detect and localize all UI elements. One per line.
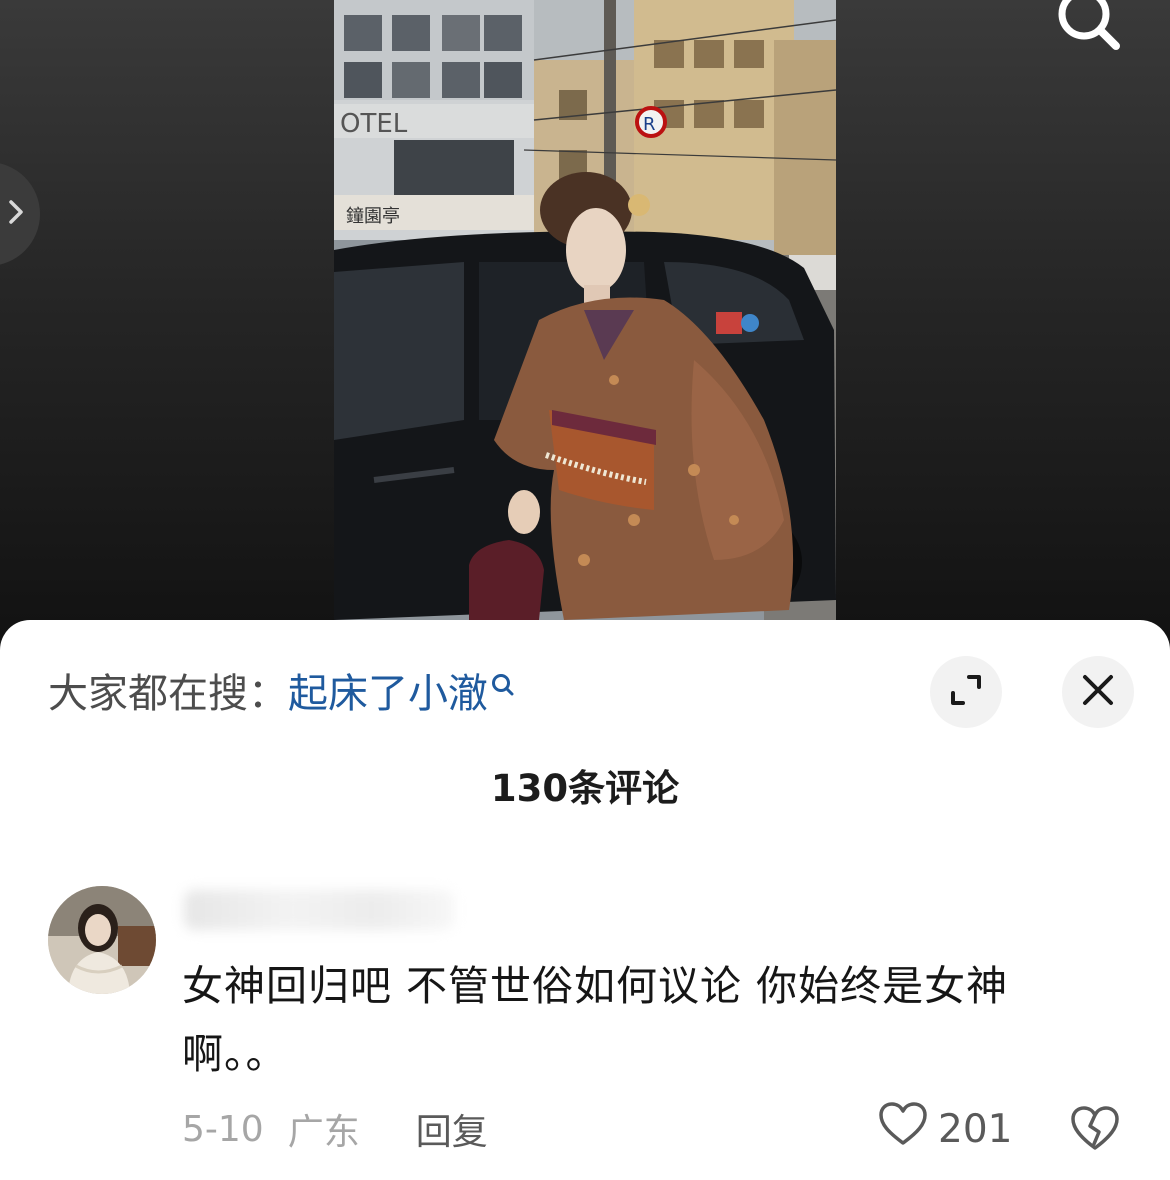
expand-icon (949, 673, 983, 711)
username-blurred[interactable] (184, 890, 454, 930)
search-icon (1052, 0, 1124, 56)
shop-sign-text: 鐘園亭 (346, 206, 400, 227)
comment-date: 5-10 (182, 1108, 264, 1150)
comment-count: 130条评论 (490, 767, 680, 810)
chevron-right-icon (6, 198, 26, 230)
reply-button[interactable]: 回复 (416, 1103, 488, 1155)
trending-search-query[interactable]: 起床了小澈 (288, 668, 488, 720)
close-button[interactable] (1062, 656, 1134, 728)
dislike-button[interactable] (1070, 1104, 1120, 1152)
avatar[interactable] (48, 886, 156, 994)
comment-meta: 5-10 广东 回复 (182, 1102, 488, 1156)
expand-button[interactable] (930, 656, 1002, 728)
like-count: 201 (938, 1106, 1013, 1152)
side-expand-button[interactable] (0, 162, 40, 266)
comment-text-line: 女神回归吧 不管世俗如何议论 你始终是女神 (182, 962, 1009, 1010)
heart-icon (878, 1101, 928, 1157)
like-button[interactable]: 201 (878, 1102, 1012, 1156)
hotel-sign-text: OTEL (340, 109, 408, 139)
video-photo[interactable]: OTEL 鐘園亭 R (334, 0, 836, 620)
comment-text-line: 啊。。 (182, 1030, 288, 1078)
video-background: OTEL 鐘園亭 R (0, 0, 1170, 640)
trending-search-prefix: 大家都在搜： (48, 671, 288, 717)
top-search-button[interactable] (1052, 0, 1124, 52)
close-icon (1081, 673, 1115, 711)
search-icon (490, 659, 516, 711)
comment-text: 女神回归吧 不管世俗如何议论 你始终是女神 啊。。 (182, 952, 1062, 1088)
comment-location: 广东 (287, 1112, 360, 1153)
broken-heart-icon (1070, 1106, 1120, 1156)
svg-text:R: R (643, 114, 656, 135)
trending-search-bar[interactable]: 大家都在搜： 起床了小澈 (48, 668, 516, 720)
